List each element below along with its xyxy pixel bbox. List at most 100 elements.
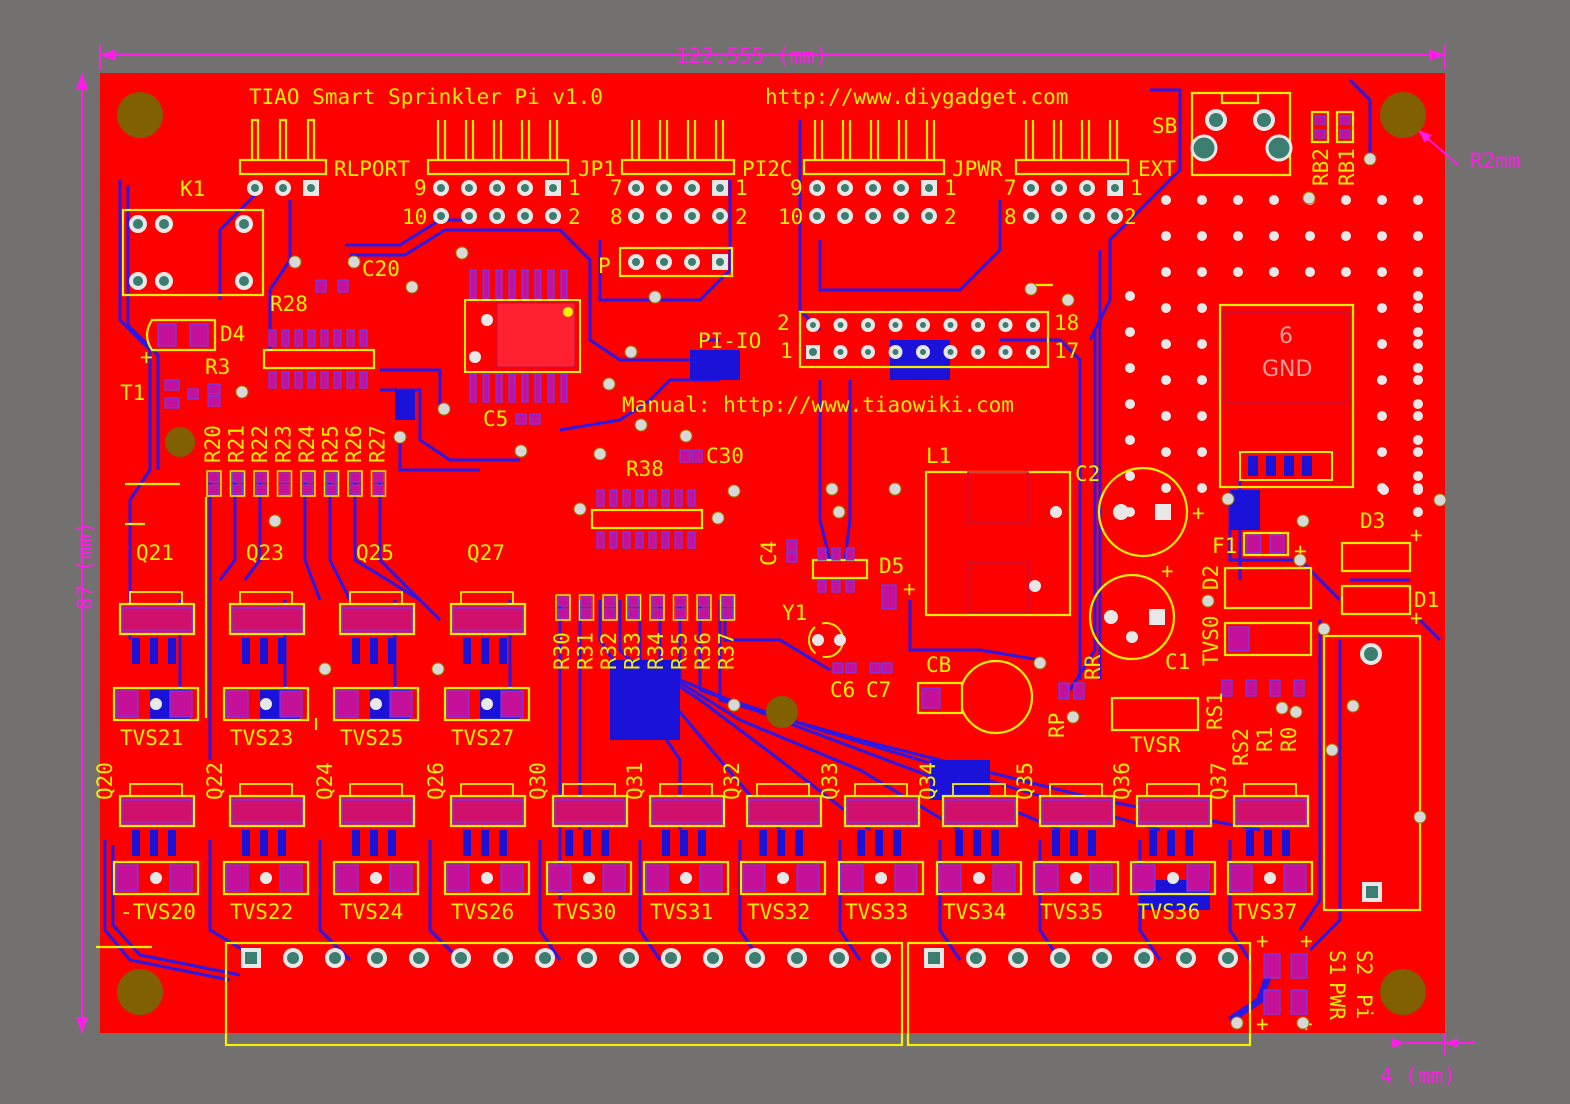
board-url: http://www.diygadget.com [765,85,1068,109]
tvsr-label: TVSR [1130,733,1181,757]
svg-text:+: + [1300,929,1313,953]
k1-label: K1 [180,177,205,201]
rp-label: RP [1045,713,1069,738]
hole-dimension-label: R2mm [1470,149,1521,173]
c20-label: C20 [362,257,400,281]
ext-label: EXT [1138,157,1176,181]
tvs-label-tvs33: TVS33 [845,900,908,924]
q-label-q34: Q34 [916,762,940,800]
tvs-label-tvs35: TVS35 [1040,900,1103,924]
rs1-label: RS1 [1203,692,1227,730]
component-c4: C4 [757,539,798,566]
jpwr-label: JPWR [952,157,1003,181]
svg-text:+: + [1256,1012,1269,1036]
resistor-label-r32: R32 [597,632,621,670]
sb-label: SB [1152,114,1177,138]
resistor-label-r35: R35 [668,632,692,670]
mount-hole-bottom-left [117,969,163,1015]
pcb-layout-view[interactable]: 122.555 (mm) 87 (mm) 4 (mm) R2mm TIAO Sm… [0,0,1570,1104]
rb1-label: RB1 [1335,148,1359,186]
tvs-label-tvs37: TVS37 [1234,900,1297,924]
svg-text:+: + [1410,606,1423,630]
jpwr-pin10-label: 10 [778,205,803,229]
tvs-label-tvs23: TVS23 [230,726,293,750]
tvs-label-tvs36: TVS36 [1137,900,1200,924]
ext-pin1-label: 1 [1130,176,1143,200]
q-label-q26: Q26 [424,762,448,800]
pi2c-label: PI2C [742,157,793,181]
c1-label: C1 [1165,650,1190,674]
jpwr-pin9-label: 9 [790,176,803,200]
l1-label: L1 [926,444,951,468]
jpwr-pin2-label: 2 [944,205,957,229]
resistor-label-r27: R27 [366,425,390,463]
s1-label: S1 [1325,950,1349,975]
svg-text:+: + [1410,523,1423,547]
mount-hole-top-right [1380,92,1426,138]
tvs0-label: TVS0 [1199,615,1223,666]
c7-label: C7 [866,678,891,702]
cb-label: CB [926,653,951,677]
pwr-label: PWR [1325,982,1349,1020]
resistor-label-r25: R25 [319,425,343,463]
q-label-q31: Q31 [623,762,647,800]
dimension-margin: 4 (mm) [1380,1033,1475,1088]
jp1-pin10-label: 10 [402,205,427,229]
q-label-q32: Q32 [720,762,744,800]
piio-pin17-label: 17 [1054,339,1079,363]
svg-text:+: + [140,345,153,369]
jp1-pin9-label: 9 [414,176,427,200]
c30-label: C30 [706,444,744,468]
d3-label: D3 [1360,509,1385,533]
r0-label: R0 [1277,727,1301,752]
mount-hole-mid-left [165,427,195,457]
rr-label: RR [1081,654,1105,680]
height-dimension-label: 87 (mm) [73,521,97,610]
q-label-q27: Q27 [467,541,505,565]
pi2c-pin8-label: 8 [610,205,623,229]
p-label: P [598,254,611,278]
q-label-q22: Q22 [203,762,227,800]
resistor-label-r26: R26 [342,425,366,463]
resistor-label-r30: R30 [550,632,574,670]
r28-label: R28 [270,292,308,316]
tvs-label-tvs31: TVS31 [650,900,713,924]
pi2c-pin7-label: 7 [610,176,623,200]
jp1-pin2-label: 2 [568,205,581,229]
c2-label: C2 [1075,462,1100,486]
resistor-label-r20: R20 [201,425,225,463]
margin-dimension-label: 4 (mm) [1380,1064,1456,1088]
board-title: TIAO Smart Sprinkler Pi v1.0 [249,85,603,109]
tvs-label-tvs22: TVS22 [230,900,293,924]
svg-text:+: + [1256,929,1269,953]
q-label-q23: Q23 [246,541,284,565]
pi-label: Pi [1352,994,1376,1019]
jpwr-pin1-label: 1 [944,176,957,200]
piio-pin2-label: 2 [777,311,790,335]
rs2-label: RS2 [1229,728,1253,766]
d2-label: D2 [1199,565,1223,590]
svg-text:+: + [1192,501,1205,525]
tvs-label-tvs34: TVS34 [943,900,1006,924]
tvs-label-tvs21: TVS21 [120,726,183,750]
q-label-q33: Q33 [818,762,842,800]
c6-label: C6 [830,678,855,702]
resistor-label-r24: R24 [295,425,319,463]
resistor-label-r22: R22 [248,425,272,463]
resistor-label-r23: R23 [272,425,296,463]
f1-label: F1 [1212,534,1237,558]
ext-pin2-label: 2 [1124,205,1137,229]
rlport-label: RLPORT [334,157,410,181]
resistor-label-r31: R31 [574,632,598,670]
tvs-label-tvs20: -TVS20 [120,900,196,924]
resistor-label-r34: R34 [644,632,668,670]
width-dimension-label: 122.555 (mm) [676,44,828,68]
ext-pin8-label: 8 [1004,205,1017,229]
pi2c-pin2-label: 2 [735,205,748,229]
svg-text:+: + [903,577,916,601]
r1-label: R1 [1253,727,1277,752]
piio-pin1-label: 1 [780,339,793,363]
q-label-q36: Q36 [1110,762,1134,800]
piio-pin18-label: 18 [1054,311,1079,335]
mount-hole-mid-center [766,696,798,728]
